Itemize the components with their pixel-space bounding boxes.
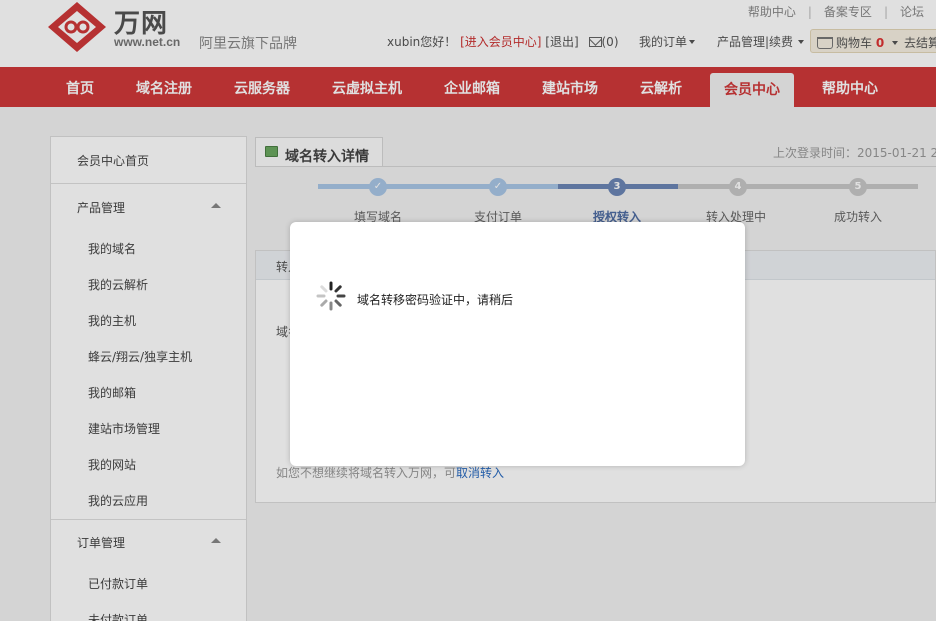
loading-spinner-icon bbox=[316, 281, 346, 311]
loading-dialog: 域名转移密码验证中，请稍后 bbox=[290, 222, 745, 466]
loading-message: 域名转移密码验证中，请稍后 bbox=[357, 293, 514, 307]
